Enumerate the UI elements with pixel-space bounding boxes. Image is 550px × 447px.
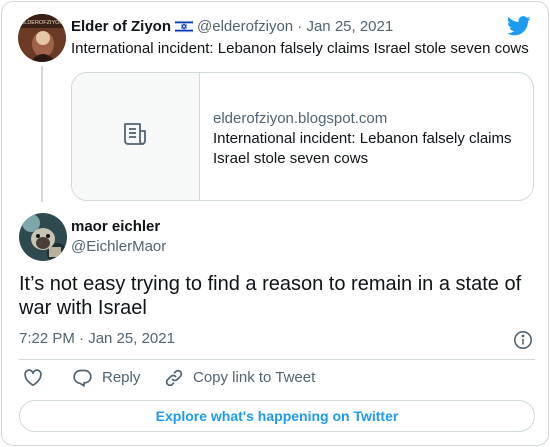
reply-icon bbox=[73, 368, 93, 388]
israel-flag-icon bbox=[174, 19, 194, 39]
tweet-actions: Reply Copy link to Tweet bbox=[2, 368, 548, 392]
parent-date[interactable]: Jan 25, 2021 bbox=[306, 18, 393, 35]
parent-tweet-text: International incident: Lebanon falsely … bbox=[71, 40, 529, 57]
copy-link-label: Copy link to Tweet bbox=[193, 369, 316, 386]
tweet-embed-card: ELDEROFZIYON Elder of Ziyon @elderofziyon… bbox=[1, 1, 549, 446]
link-preview-body: elderofziyon.blogspot.com International … bbox=[213, 109, 523, 169]
parent-tweet-header: Elder of Ziyon @elderofziyon · Jan 25, 20… bbox=[71, 17, 393, 39]
tweet-text: It’s not easy trying to find a reason to… bbox=[19, 273, 522, 319]
author-name[interactable]: maor eichler bbox=[71, 217, 160, 237]
copy-link-button[interactable]: Copy link to Tweet bbox=[164, 368, 315, 388]
link-domain: elderofziyon.blogspot.com bbox=[213, 110, 388, 127]
link-preview-card[interactable]: elderofziyon.blogspot.com International … bbox=[71, 72, 534, 201]
twitter-bird-icon[interactable] bbox=[506, 16, 531, 41]
parent-handle[interactable]: @elderofziyon bbox=[197, 18, 293, 35]
parent-avatar[interactable]: ELDEROFZIYON bbox=[18, 14, 66, 62]
heart-icon bbox=[23, 368, 43, 388]
avatar-logo-text: ELDEROFZIYON bbox=[21, 20, 64, 26]
link-thumbnail bbox=[72, 73, 200, 200]
reply-button[interactable]: Reply bbox=[73, 368, 140, 388]
reply-label: Reply bbox=[102, 369, 141, 386]
author-handle[interactable]: @EichlerMaor bbox=[71, 237, 166, 257]
thread-connector-line bbox=[41, 66, 43, 202]
author-avatar[interactable] bbox=[19, 213, 67, 261]
parent-author-name[interactable]: Elder of Ziyon bbox=[71, 18, 171, 35]
like-button[interactable] bbox=[23, 368, 43, 388]
document-icon bbox=[122, 120, 150, 153]
link-icon bbox=[164, 368, 184, 388]
explore-twitter-button[interactable]: Explore what's happening on Twitter bbox=[19, 400, 535, 432]
divider bbox=[19, 359, 535, 360]
link-title: International incident: Lebanon falsely … bbox=[213, 130, 512, 167]
tweet-timestamp[interactable]: 7:22 PM · Jan 25, 2021 bbox=[19, 329, 175, 349]
info-icon[interactable] bbox=[513, 330, 533, 355]
